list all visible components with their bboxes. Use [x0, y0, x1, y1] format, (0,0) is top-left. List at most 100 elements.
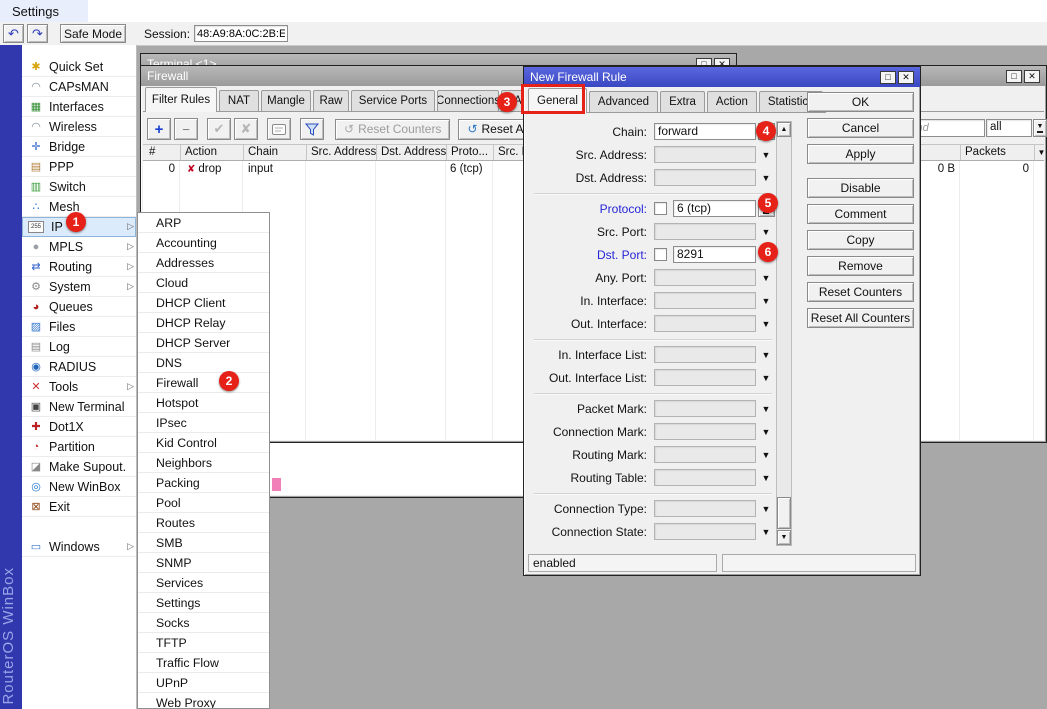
dialog-button-reset-counters[interactable]: Reset Counters — [807, 282, 914, 302]
submenu-item-services[interactable]: Services — [138, 573, 269, 593]
dialog-button-cancel[interactable]: Cancel — [807, 118, 914, 138]
dropdown-arrow-icon[interactable]: ▼ — [762, 473, 771, 483]
remove-rule-button[interactable]: − — [174, 118, 198, 140]
field-checkbox[interactable] — [654, 248, 667, 261]
submenu-item-arp[interactable]: ARP — [138, 213, 269, 233]
submenu-item-snmp[interactable]: SNMP — [138, 553, 269, 573]
field-input[interactable] — [654, 146, 756, 163]
sidebar-item-queues[interactable]: ◕ Queues ▷ — [22, 297, 136, 317]
scroll-up-button[interactable]: ▲ — [777, 122, 791, 137]
col-packets[interactable]: Packets — [961, 145, 1035, 160]
maximize-icon[interactable]: □ — [880, 71, 896, 84]
dialog-button-ok[interactable]: OK — [807, 92, 914, 112]
menu-item-settings[interactable]: Settings — [0, 0, 88, 22]
dialog-button-copy[interactable]: Copy — [807, 230, 914, 250]
field-input[interactable] — [654, 400, 756, 417]
firewall-tab-nat[interactable]: NAT — [219, 90, 259, 111]
close-icon[interactable]: ✕ — [898, 71, 914, 84]
column-chooser-button[interactable]: ▼ — [1035, 145, 1047, 160]
submenu-item-dhcp-server[interactable]: DHCP Server — [138, 333, 269, 353]
dropdown-arrow-icon[interactable]: ▼ — [762, 350, 771, 360]
field-input[interactable] — [654, 223, 756, 240]
enable-button[interactable]: ✔ — [207, 118, 231, 140]
dropdown-arrow-icon[interactable]: ▼ — [762, 296, 771, 306]
submenu-item-traffic-flow[interactable]: Traffic Flow — [138, 653, 269, 673]
field-input[interactable] — [654, 269, 756, 286]
firewall-tab-filter-rules[interactable]: Filter Rules — [145, 87, 217, 112]
sidebar-item-exit[interactable]: ⊠ Exit ▷ — [22, 497, 136, 517]
col-chain[interactable]: Chain — [244, 145, 307, 160]
dropdown-arrow-icon[interactable]: ▼ — [762, 450, 771, 460]
submenu-item-smb[interactable]: SMB — [138, 533, 269, 553]
reset-counters-button[interactable]: ↺ Reset Counters — [335, 119, 450, 140]
field-input[interactable] — [654, 469, 756, 486]
sidebar-item-ppp[interactable]: ▤ PPP ▷ — [22, 157, 136, 177]
sidebar-item-new-terminal[interactable]: ▣ New Terminal ▷ — [22, 397, 136, 417]
filter-select[interactable]: all — [986, 119, 1032, 137]
submenu-item-hotspot[interactable]: Hotspot — [138, 393, 269, 413]
firewall-tab-connections[interactable]: Connections — [437, 90, 499, 111]
field-input[interactable] — [654, 369, 756, 386]
submenu-item-cloud[interactable]: Cloud — [138, 273, 269, 293]
dialog-tab-advanced[interactable]: Advanced — [589, 91, 658, 112]
sidebar-item-routing[interactable]: ⇄ Routing ▷ — [22, 257, 136, 277]
filter-dropdown-button[interactable]: ▼ — [1033, 119, 1047, 137]
sidebar-item-system[interactable]: ⚙ System ▷ — [22, 277, 136, 297]
firewall-tab-service-ports[interactable]: Service Ports — [351, 90, 435, 111]
filter-button[interactable] — [300, 118, 324, 140]
dropdown-arrow-icon[interactable]: ▼ — [762, 227, 771, 237]
submenu-item-web-proxy[interactable]: Web Proxy — [138, 693, 269, 709]
dropdown-arrow-icon[interactable]: ▼ — [762, 273, 771, 283]
form-scrollbar[interactable]: ▲ ▼ — [776, 121, 792, 546]
safe-mode-button[interactable]: Safe Mode — [60, 24, 126, 43]
dropdown-arrow-icon[interactable]: ▼ — [762, 527, 771, 537]
dropdown-arrow-icon[interactable]: ▼ — [762, 173, 771, 183]
undo-button[interactable]: ↶ — [3, 24, 24, 43]
dialog-button-disable[interactable]: Disable — [807, 178, 914, 198]
field-input[interactable] — [654, 446, 756, 463]
submenu-item-packing[interactable]: Packing — [138, 473, 269, 493]
field-checkbox[interactable] — [654, 202, 667, 215]
sidebar-item-make-supout-rif[interactable]: ◪ Make Supout.rif ▷ — [22, 457, 136, 477]
submenu-item-accounting[interactable]: Accounting — [138, 233, 269, 253]
sidebar-item-dot1x[interactable]: ✚ Dot1X ▷ — [22, 417, 136, 437]
field-input[interactable]: 8291 — [673, 246, 756, 263]
submenu-item-tftp[interactable]: TFTP — [138, 633, 269, 653]
submenu-item-socks[interactable]: Socks — [138, 613, 269, 633]
field-input[interactable] — [654, 523, 756, 540]
submenu-item-neighbors[interactable]: Neighbors — [138, 453, 269, 473]
scroll-down-button[interactable]: ▼ — [777, 530, 791, 545]
dropdown-arrow-icon[interactable]: ▼ — [762, 427, 771, 437]
session-input[interactable] — [194, 25, 288, 42]
maximize-icon[interactable]: □ — [1006, 70, 1022, 83]
firewall-tab-raw[interactable]: Raw — [313, 90, 349, 111]
col-dst-address[interactable]: Dst. Address — [377, 145, 447, 160]
field-input[interactable] — [654, 315, 756, 332]
sidebar-item-log[interactable]: ▤ Log ▷ — [22, 337, 136, 357]
submenu-item-dhcp-relay[interactable]: DHCP Relay — [138, 313, 269, 333]
dialog-button-remove[interactable]: Remove — [807, 256, 914, 276]
sidebar-item-wireless[interactable]: ◠ Wireless ▷ — [22, 117, 136, 137]
field-input[interactable] — [654, 292, 756, 309]
sidebar-item-windows[interactable]: ▭ Windows ▷ — [22, 537, 136, 557]
col-src-address[interactable]: Src. Address — [307, 145, 377, 160]
submenu-item-ipsec[interactable]: IPsec — [138, 413, 269, 433]
dialog-tab-action[interactable]: Action — [707, 91, 757, 112]
field-input[interactable] — [654, 346, 756, 363]
dropdown-arrow-icon[interactable]: ▼ — [762, 319, 771, 329]
comment-button[interactable] — [267, 118, 291, 140]
submenu-item-firewall[interactable]: Firewall — [138, 373, 269, 393]
sidebar-item-capsman[interactable]: ◠ CAPsMAN ▷ — [22, 77, 136, 97]
sidebar-item-quick-set[interactable]: ✱ Quick Set ▷ — [22, 57, 136, 77]
dropdown-arrow-icon[interactable]: ▼ — [762, 150, 771, 160]
field-input[interactable]: 6 (tcp) — [673, 200, 756, 217]
submenu-item-kid-control[interactable]: Kid Control — [138, 433, 269, 453]
dialog-button-comment[interactable]: Comment — [807, 204, 914, 224]
dropdown-arrow-icon[interactable]: ▼ — [762, 504, 771, 514]
submenu-item-settings[interactable]: Settings — [138, 593, 269, 613]
submenu-item-dns[interactable]: DNS — [138, 353, 269, 373]
submenu-item-addresses[interactable]: Addresses — [138, 253, 269, 273]
sidebar-item-mpls[interactable]: ● MPLS ▷ — [22, 237, 136, 257]
sidebar-item-files[interactable]: ▨ Files ▷ — [22, 317, 136, 337]
field-input[interactable] — [654, 423, 756, 440]
